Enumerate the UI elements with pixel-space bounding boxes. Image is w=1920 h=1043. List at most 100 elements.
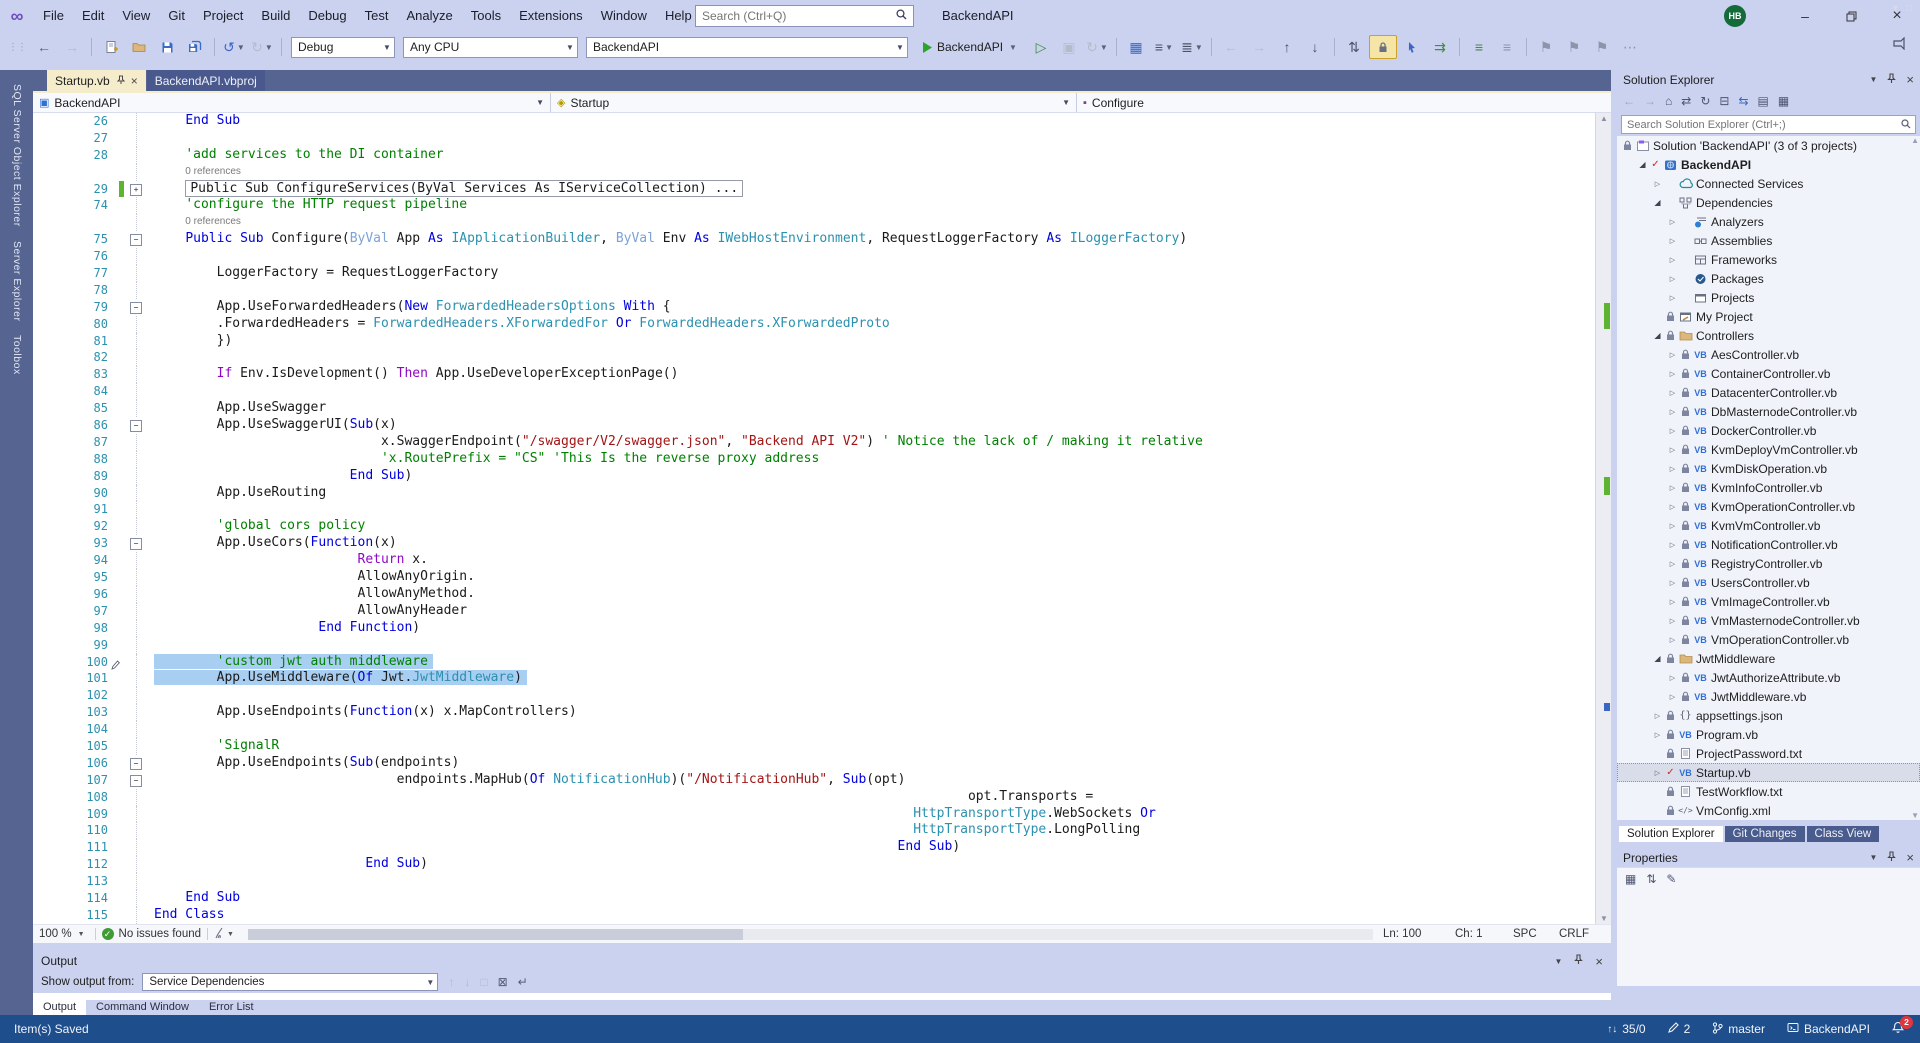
menu-help[interactable]: Help — [656, 0, 701, 32]
code-line[interactable]: 83 If Env.IsDevelopment() Then App.UseDe… — [33, 366, 1595, 384]
notifications-bell[interactable]: 2 — [1891, 1016, 1913, 1037]
collapsed-arrow-icon[interactable]: ▷ — [1666, 465, 1679, 473]
code-line[interactable]: 91 — [33, 501, 1595, 519]
bookmark-prev-icon[interactable]: ⚑ — [1561, 36, 1587, 58]
code-line[interactable]: 99 — [33, 636, 1595, 654]
collapsed-arrow-icon[interactable]: ▷ — [1666, 560, 1679, 568]
chevron-down-icon[interactable]: ▼ — [1554, 957, 1562, 966]
fold-toggle[interactable]: + — [130, 183, 142, 196]
live-share-icon[interactable]: ▦ — [1123, 36, 1149, 58]
panel-tab-output[interactable]: Output — [33, 1000, 87, 1015]
se-tab-class-view[interactable]: Class View — [1806, 826, 1880, 842]
lock-toggle-icon[interactable] — [1368, 35, 1397, 59]
tree-item-vmconfig.xml[interactable]: </> VmConfig.xml — [1617, 801, 1920, 820]
code-line[interactable]: 94 Return x. — [33, 552, 1595, 570]
code-line[interactable]: 92 'global cors policy — [33, 518, 1595, 536]
fold-toggle[interactable]: − — [130, 757, 142, 770]
tab-list-icon[interactable]: ▾ — [1893, 3, 1898, 14]
minimize-button[interactable]: – — [1782, 0, 1828, 32]
code-line[interactable]: 96 AllowAnyMethod. — [33, 585, 1595, 603]
panel-tab-command-window[interactable]: Command Window — [86, 1000, 199, 1015]
collapsed-region[interactable]: Public Sub ConfigureServices(ByVal Servi… — [185, 179, 744, 197]
navigate-forward-icon[interactable]: → — [59, 36, 85, 58]
tree-item-connected-services[interactable]: ▷ Connected Services — [1617, 174, 1920, 193]
doc-tab-backendapi.vbproj[interactable]: BackendAPI.vbproj — [146, 70, 265, 91]
close-icon[interactable]: × — [1595, 954, 1603, 969]
code-line[interactable]: 78 — [33, 281, 1595, 299]
collapsed-arrow-icon[interactable]: ▷ — [1666, 541, 1679, 549]
collapsed-arrow-icon[interactable]: ▷ — [1666, 389, 1679, 397]
menu-test[interactable]: Test — [356, 0, 398, 32]
pin-icon[interactable] — [116, 74, 125, 88]
new-project-icon[interactable] — [98, 36, 124, 58]
tree-item-kvminfocontroller.vb[interactable]: ▷ VB KvmInfoController.vb — [1617, 478, 1920, 497]
project-dropdown[interactable]: ▣ BackendAPI ▼ — [33, 93, 551, 112]
code-line[interactable]: 107− endpoints.MapHub(Of NotificationHub… — [33, 772, 1595, 789]
code-line[interactable]: 27 — [33, 129, 1595, 147]
collapsed-arrow-icon[interactable]: ▷ — [1666, 484, 1679, 492]
collapsed-arrow-icon[interactable]: ▷ — [1666, 256, 1679, 264]
collapsed-arrow-icon[interactable]: ▷ — [1666, 579, 1679, 587]
chevron-down-icon[interactable]: ▼ — [1869, 853, 1877, 862]
codelens-references[interactable]: 0 references — [154, 214, 241, 231]
collapsed-arrow-icon[interactable]: ▷ — [1666, 237, 1679, 245]
code-line[interactable]: 100 'custom jwt auth middleware — [33, 653, 1595, 671]
code-line[interactable]: 106− App.UseEndpoints(Sub(endpoints) — [33, 755, 1595, 772]
bookmark-next-icon[interactable]: ⚑ — [1589, 36, 1615, 58]
tree-item-projectpassword.txt[interactable]: ProjectPassword.txt — [1617, 744, 1920, 763]
tree-item-containercontroller.vb[interactable]: ▷ VB ContainerController.vb — [1617, 364, 1920, 383]
next-message-icon[interactable]: ↓ — [464, 975, 470, 989]
code-line[interactable]: 75− Public Sub Configure(ByVal App As IA… — [33, 231, 1595, 248]
tree-item-appsettings.json[interactable]: ▷ {} appsettings.json — [1617, 706, 1920, 725]
undo-icon[interactable]: ↺ ▼ — [221, 36, 247, 58]
switch-views-icon[interactable]: ⇄ — [1681, 94, 1691, 108]
fold-toggle[interactable]: − — [130, 234, 142, 247]
collapsed-arrow-icon[interactable]: ▷ — [1651, 769, 1664, 777]
collapsed-arrow-icon[interactable]: ▷ — [1666, 598, 1679, 606]
restart-icon[interactable]: ↻ ▼ — [1084, 36, 1110, 58]
code-line[interactable]: 28 'add services to the DI container — [33, 146, 1595, 164]
alphabetical-icon[interactable]: ⇅ — [1646, 872, 1656, 886]
member-dropdown[interactable]: ▪ Configure — [1077, 93, 1605, 112]
tree-item-dependencies[interactable]: ◢ Dependencies — [1617, 193, 1920, 212]
tree-item-dockercontroller.vb[interactable]: ▷ VB DockerController.vb — [1617, 421, 1920, 440]
solution-search-input[interactable] — [1622, 118, 1901, 131]
code-line[interactable]: 112 End Sub) — [33, 856, 1595, 874]
collapse-all-icon[interactable]: ⊟ — [1719, 94, 1729, 108]
tree-item-jwtmiddleware.vb[interactable]: ▷ VB JwtMiddleware.vb — [1617, 687, 1920, 706]
collapsed-arrow-icon[interactable]: ▷ — [1666, 275, 1679, 283]
tree-item-projects[interactable]: ▷ Projects — [1617, 288, 1920, 307]
pin-icon[interactable] — [1887, 850, 1897, 865]
collapsed-arrow-icon[interactable]: ▷ — [1666, 370, 1679, 378]
back-icon[interactable]: ← — [1623, 94, 1635, 108]
code-line[interactable]: 115 End Class — [33, 906, 1595, 924]
code-line[interactable]: 113 — [33, 873, 1595, 890]
nav-back-code-icon[interactable]: ← — [1218, 36, 1244, 58]
tree-item-jwtauthorizeattribute.vb[interactable]: ▷ VB JwtAuthorizeAttribute.vb — [1617, 668, 1920, 687]
tree-item-kvmdiskoperation.vb[interactable]: ▷ VB KvmDiskOperation.vb — [1617, 459, 1920, 478]
toolbar-drag-handle[interactable]: ⋮⋮ — [8, 42, 27, 53]
float-window-icon[interactable]: □ — [1906, 3, 1912, 14]
sync-with-active-document-icon[interactable]: ⇆ — [1738, 94, 1748, 108]
move-line-up-icon[interactable]: ↑ — [1274, 36, 1300, 58]
expanded-arrow-icon[interactable]: ◢ — [1651, 198, 1664, 207]
word-wrap-icon[interactable]: ↵ — [518, 975, 528, 989]
menu-git[interactable]: Git — [159, 0, 194, 32]
collapsed-arrow-icon[interactable]: ▷ — [1666, 522, 1679, 530]
fold-toggle[interactable]: − — [130, 538, 142, 551]
menu-extensions[interactable]: Extensions — [510, 0, 592, 32]
nav-forward-code-icon[interactable]: → — [1246, 36, 1272, 58]
startup-projects-select[interactable]: BackendAPI ▼ — [586, 36, 908, 58]
code-line[interactable]: 77 LoggerFactory = RequestLoggerFactory — [33, 265, 1595, 282]
code-line[interactable]: 26 End Sub — [33, 113, 1595, 130]
tree-item-controllers[interactable]: ◢ Controllers — [1617, 326, 1920, 345]
collapsed-arrow-icon[interactable]: ▷ — [1666, 693, 1679, 701]
find-in-files-icon[interactable]: ≣ ▼ — [1179, 36, 1205, 58]
collapsed-arrow-icon[interactable]: ▷ — [1666, 446, 1679, 454]
code-line[interactable]: 103 App.UseEndpoints(Function(x) x.MapCo… — [33, 704, 1595, 722]
save-icon[interactable] — [154, 36, 180, 58]
expanded-arrow-icon[interactable]: ◢ — [1651, 331, 1664, 340]
tree-item-kvmvmcontroller.vb[interactable]: ▷ VB KvmVmController.vb — [1617, 516, 1920, 535]
code-line[interactable]: 97 AllowAnyHeader — [33, 602, 1595, 620]
codelens-row[interactable]: 0 references — [33, 163, 1595, 181]
